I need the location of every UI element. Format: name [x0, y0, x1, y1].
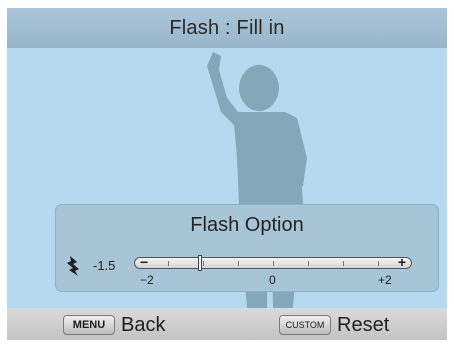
slider-tick — [308, 261, 309, 266]
page-title: Flash : Fill in — [169, 16, 285, 39]
bottom-bar: MENU Back CUSTOM Reset — [7, 308, 447, 340]
title-bar: Flash : Fill in — [7, 8, 447, 48]
custom-button[interactable]: CUSTOM — [279, 315, 331, 335]
slider-tick — [203, 261, 204, 266]
menu-button[interactable]: MENU — [63, 315, 115, 335]
increase-icon[interactable]: + — [398, 254, 406, 270]
slider-tick — [168, 261, 169, 266]
flash-icon — [67, 256, 79, 276]
slider-tick — [273, 261, 274, 266]
reset-label[interactable]: Reset — [337, 314, 389, 337]
decrease-icon[interactable]: − — [140, 254, 148, 270]
scale-min-label: −2 — [140, 273, 154, 287]
flash-compensation-value: -1.5 — [93, 258, 116, 273]
back-label[interactable]: Back — [121, 314, 165, 337]
slider-tick — [238, 261, 239, 266]
scale-mid-label: 0 — [269, 273, 276, 287]
flash-compensation-slider[interactable]: − + — [134, 254, 412, 271]
flash-option-panel: Flash Option -1.5 − + −2 0 +2 — [55, 204, 439, 292]
scale-max-label: +2 — [378, 273, 392, 287]
panel-title: Flash Option — [190, 214, 304, 236]
slider-tick — [343, 261, 344, 266]
camera-screen: Flash : Fill in Flash Option -1.5 − + −2… — [7, 8, 447, 340]
slider-knob[interactable] — [197, 255, 202, 271]
slider-tick — [378, 261, 379, 266]
